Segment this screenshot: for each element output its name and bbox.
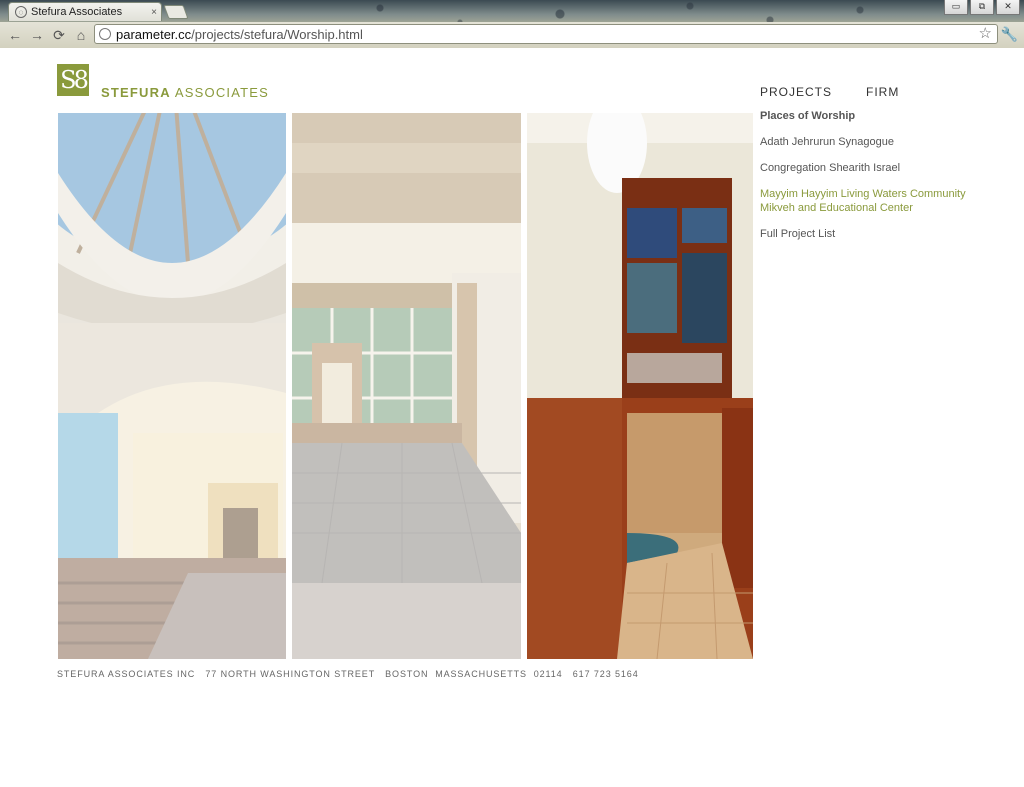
restore-button[interactable]: ⧉	[970, 0, 994, 15]
back-arrow-icon[interactable]: ←	[6, 26, 24, 44]
project-submenu: Places of Worship Adath Jehrurun Synagog…	[760, 109, 1000, 241]
browser-toolbar: ← → ⟳ ⌂ parameter.cc/projects/stefura/Wo…	[0, 22, 1024, 48]
wrench-menu-icon[interactable]: 🔧	[1001, 26, 1018, 43]
url-text[interactable]: parameter.cc/projects/stefura/Worship.ht…	[116, 26, 363, 43]
browser-tab[interactable]: ◌ Stefura Associates ×	[8, 2, 162, 21]
globe-icon: ◌	[15, 6, 27, 18]
main-nav: PROJECTS FIRM	[760, 85, 899, 99]
photo-chapel-entrance[interactable]	[292, 113, 521, 659]
close-tab-icon[interactable]: ×	[147, 7, 161, 18]
window-controls: ▭ ⧉ ✕	[944, 0, 1020, 15]
mikveh-image	[527, 113, 753, 659]
submenu-item-shearith-israel[interactable]: Congregation Shearith Israel	[760, 161, 1000, 175]
logo-mark[interactable]: S8	[57, 64, 89, 96]
bookmark-star-icon[interactable]: ☆	[979, 25, 992, 43]
browser-chrome: ◌ Stefura Associates × ▭ ⧉ ✕ ← → ⟳ ⌂ par…	[0, 0, 1024, 48]
submenu-item-adath-jehrurun[interactable]: Adath Jehrurun Synagogue	[760, 135, 1000, 149]
submenu-heading: Places of Worship	[760, 110, 856, 122]
photo-sanctuary-dome[interactable]	[58, 113, 286, 659]
brand-name[interactable]: STEFURA ASSOCIATES	[101, 85, 269, 100]
footer-address: STEFURA ASSOCIATES INC 77 NORTH WASHINGT…	[57, 669, 639, 679]
close-window-button[interactable]: ✕	[996, 0, 1020, 15]
forward-arrow-icon[interactable]: →	[28, 26, 46, 44]
tab-title: Stefura Associates	[31, 6, 123, 18]
page-info-icon[interactable]	[99, 28, 111, 40]
minimize-button[interactable]: ▭	[944, 0, 968, 15]
nav-firm[interactable]: FIRM	[866, 85, 899, 99]
reload-icon[interactable]: ⟳	[50, 26, 68, 44]
photo-mikveh[interactable]	[527, 113, 753, 659]
submenu-item-full-list[interactable]: Full Project List	[760, 227, 1000, 241]
address-bar[interactable]: parameter.cc/projects/stefura/Worship.ht…	[94, 24, 998, 44]
submenu-item-mayyim-hayyim[interactable]: Mayyim Hayyim Living Waters Community Mi…	[760, 187, 1000, 215]
home-icon[interactable]: ⌂	[72, 26, 90, 44]
nav-projects[interactable]: PROJECTS	[760, 85, 832, 99]
